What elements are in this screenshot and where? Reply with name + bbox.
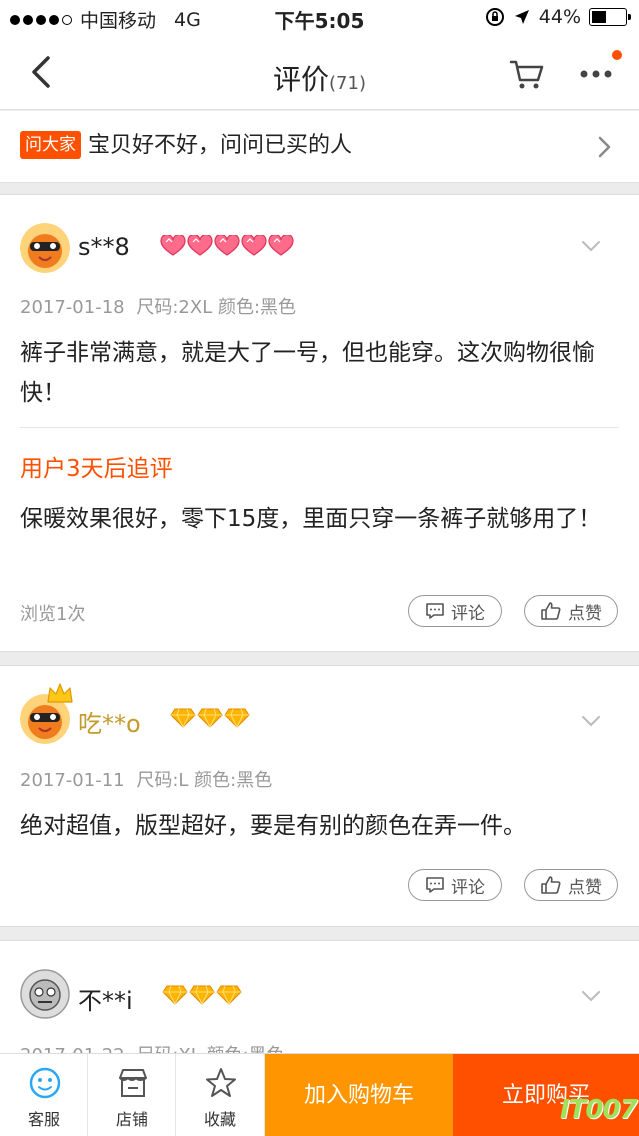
chevron-down-icon[interactable]	[580, 714, 602, 728]
review-content: 绝对超值，版型超好，要是有别的颜色在弄一件。	[20, 813, 526, 839]
followup-title: 用户3天后追评	[20, 456, 173, 482]
watermark: IT007	[560, 1095, 638, 1125]
rotation-lock-icon	[485, 8, 504, 26]
avatar	[20, 969, 70, 1019]
review-username[interactable]: 不**i	[78, 981, 133, 1016]
heart-badges	[160, 235, 294, 257]
comment-button[interactable]: 评论	[408, 869, 502, 901]
chevron-down-icon[interactable]	[580, 989, 602, 1003]
chevron-right-icon	[598, 136, 611, 158]
add-to-cart-button[interactable]: 加入购物车	[265, 1054, 453, 1136]
review-card: s**8 2017-01-18 尺码:2XL 颜色:黑色 裤子非常满意，就是大了…	[0, 194, 639, 652]
diamond-badges	[170, 708, 250, 728]
tab-shop[interactable]: 店铺	[88, 1054, 176, 1136]
comment-button[interactable]: 评论	[408, 595, 502, 627]
diamond-icon	[197, 708, 223, 728]
like-label: 点赞	[568, 603, 602, 624]
bottom-bar: 客服 店铺 收藏 加入购物车 立即购买	[0, 1053, 639, 1136]
heart-icon	[160, 235, 186, 256]
location-arrow-icon	[514, 10, 529, 24]
ask-text: 宝贝好不好，问问已买的人	[88, 133, 353, 158]
tab-shop-label: 店铺	[115, 1110, 148, 1129]
diamond-icon	[170, 708, 196, 728]
heart-icon	[214, 235, 240, 256]
diamond-badges	[162, 985, 242, 1005]
avatar	[20, 223, 70, 273]
cart-button[interactable]	[507, 54, 547, 94]
review-card: 吃**o 2017-01-11 尺码:L 颜色:黑色 绝对超值，版型超好，要是有…	[0, 665, 639, 927]
like-button[interactable]: 点赞	[524, 869, 618, 901]
comment-label: 评论	[451, 603, 485, 624]
star-icon	[206, 1068, 236, 1097]
tab-service-label: 客服	[27, 1110, 60, 1129]
review-username[interactable]: 吃**o	[78, 704, 141, 739]
diamond-icon	[162, 985, 188, 1005]
heart-icon	[241, 235, 267, 256]
review-specs: 尺码:L 颜色:黑色	[136, 770, 273, 791]
diamond-icon	[216, 985, 242, 1005]
heart-icon	[268, 235, 294, 256]
diamond-icon	[189, 985, 215, 1005]
view-count: 浏览1次	[20, 604, 86, 625]
review-meta: 2017-01-18 尺码:2XL 颜色:黑色	[20, 293, 296, 319]
review-date: 2017-01-11	[20, 770, 125, 791]
diamond-icon	[224, 708, 250, 728]
battery-icon	[589, 8, 631, 26]
divider	[20, 427, 619, 428]
thumbs-up-icon	[541, 602, 561, 620]
tab-favorite[interactable]: 收藏	[176, 1054, 265, 1136]
comment-icon	[426, 603, 444, 619]
thumbs-up-icon	[541, 876, 561, 894]
battery-percent: 44%	[538, 6, 581, 28]
comment-label: 评论	[451, 877, 485, 898]
review-date: 2017-01-18	[20, 297, 125, 318]
review-count: (71)	[329, 73, 366, 94]
review-specs: 尺码:2XL 颜色:黑色	[136, 297, 297, 318]
review-meta: 2017-01-11 尺码:L 颜色:黑色	[20, 766, 272, 792]
ask-tag: 问大家	[20, 131, 81, 159]
heart-icon	[187, 235, 213, 256]
ask-everyone-bar[interactable]: 问大家 宝贝好不好，问问已买的人	[0, 111, 639, 183]
nav-bar: 评价(71)	[0, 36, 639, 110]
tab-service[interactable]: 客服	[0, 1054, 88, 1136]
page-title-text: 评价	[273, 63, 330, 96]
status-bar: 中国移动 4G 下午5:05 44%	[0, 0, 639, 36]
like-button[interactable]: 点赞	[524, 595, 618, 627]
cart-icon	[509, 60, 544, 89]
review-username[interactable]: s**8	[78, 233, 130, 261]
notification-dot	[612, 50, 622, 60]
tab-favorite-label: 收藏	[203, 1110, 236, 1129]
more-dots-icon	[580, 70, 612, 78]
more-button[interactable]	[576, 54, 616, 94]
chevron-down-icon[interactable]	[580, 239, 602, 253]
service-icon	[29, 1067, 61, 1099]
comment-icon	[426, 877, 444, 893]
shop-icon	[119, 1069, 147, 1097]
review-content: 裤子非常满意，就是大了一号，但也能穿。这次购物很愉快！	[20, 340, 595, 406]
crown-icon	[47, 683, 73, 703]
like-label: 点赞	[568, 877, 602, 898]
followup-content: 保暖效果很好，零下15度，里面只穿一条裤子就够用了！	[20, 506, 602, 532]
